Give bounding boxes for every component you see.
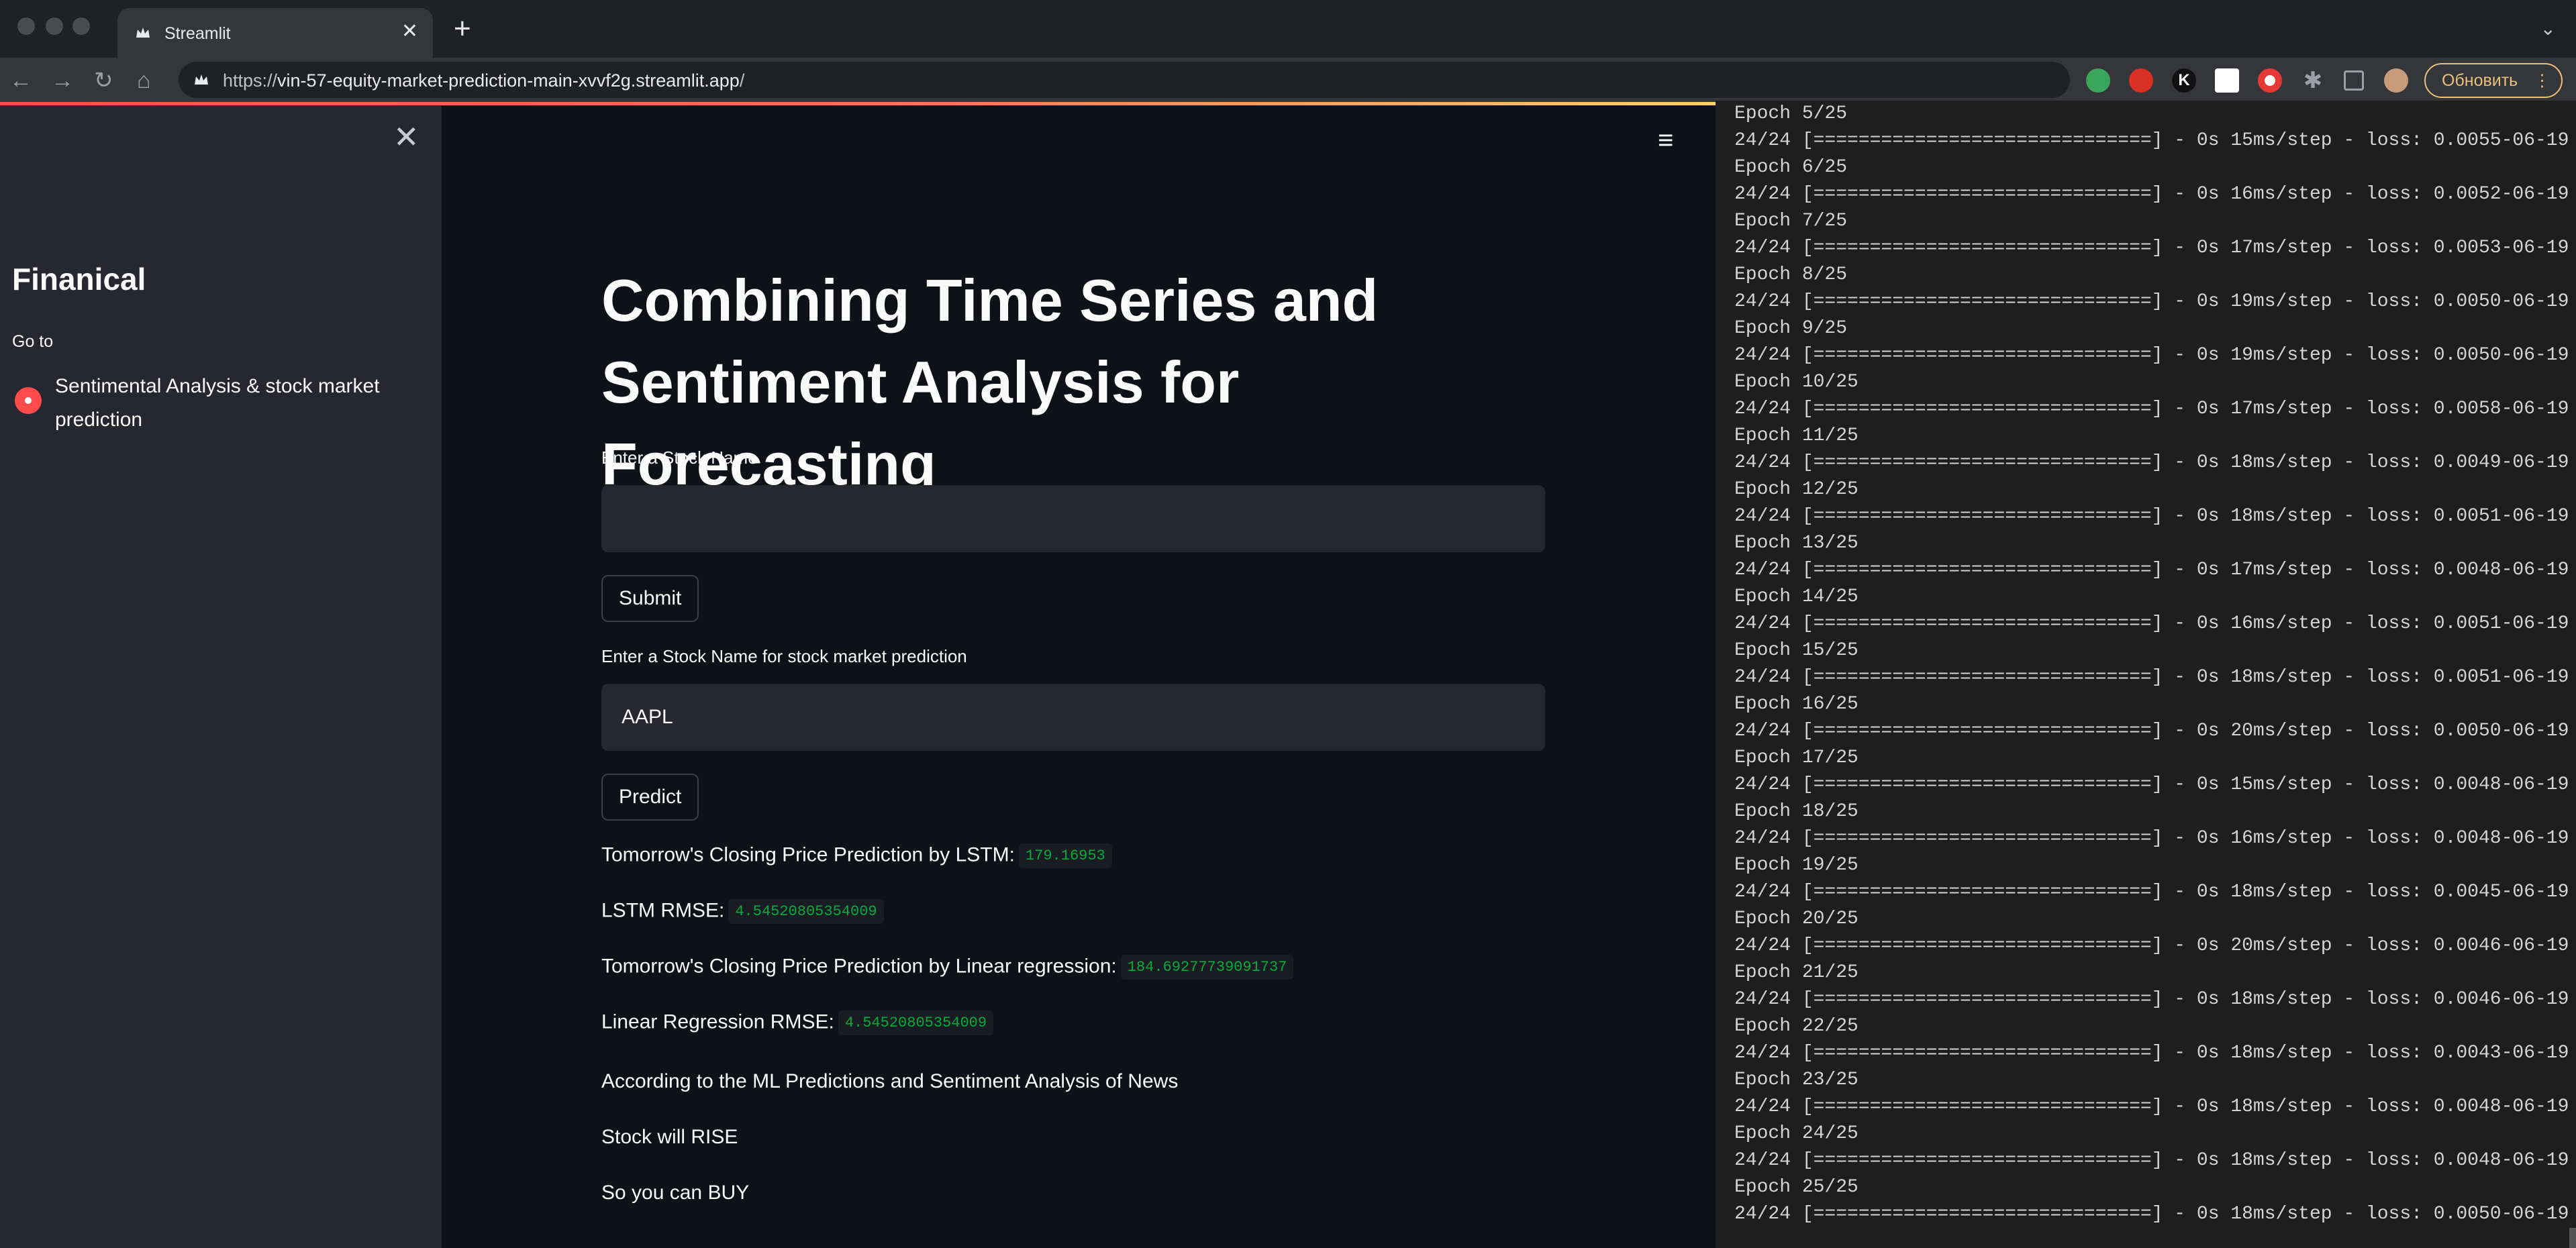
progress-line: 24/24 [==============================] -…: [1734, 613, 2569, 634]
progress-line: 24/24 [==============================] -…: [1734, 291, 2569, 312]
progress-line: 24/24 [==============================] -…: [1734, 506, 2569, 527]
lstm-prediction-line: Tomorrow's Closing Price Prediction by L…: [601, 843, 1112, 868]
sidebar-option-sentiment[interactable]: Sentimental Analysis & stock market pred…: [55, 370, 404, 437]
progress-line: 24/24 [==============================] -…: [1734, 721, 2569, 741]
lr-prediction-value: 184.69277739091737: [1120, 955, 1294, 980]
forward-arrow-icon[interactable]: →: [51, 67, 74, 94]
address-bar[interactable]: https://vin-57-equity-market-prediction-…: [179, 62, 2070, 98]
epoch-line: Epoch 10/25: [1734, 372, 1859, 393]
advice-text: So you can BUY: [601, 1182, 750, 1204]
ext-k-icon[interactable]: K: [2172, 68, 2196, 93]
progress-line: 24/24 [==============================] -…: [1734, 935, 2569, 956]
sidepanel-icon[interactable]: [2344, 70, 2364, 91]
notion-icon[interactable]: [2215, 68, 2239, 93]
chevron-down-icon[interactable]: ⌄: [2540, 17, 2556, 40]
evernote-icon[interactable]: [2086, 68, 2110, 93]
progress-line: 24/24 [==============================] -…: [1734, 130, 2569, 151]
epoch-line: Epoch 22/25: [1734, 1016, 1859, 1037]
epoch-line: Epoch 17/25: [1734, 747, 1859, 768]
streamlit-site-icon: [195, 74, 208, 85]
epoch-line: Epoch 5/25: [1734, 103, 1848, 124]
close-sidebar-icon[interactable]: ✕: [393, 120, 419, 154]
lr-rmse-value: 4.54520805354009: [838, 1010, 994, 1035]
lstm-prediction-value: 179.16953: [1018, 843, 1112, 868]
ext-record-icon[interactable]: [2258, 68, 2282, 93]
progress-line: 24/24 [==============================] -…: [1734, 184, 2569, 205]
window-zoom-dot[interactable]: [72, 17, 90, 35]
predict-stock-input[interactable]: [601, 684, 1545, 751]
tab-title: Streamlit: [164, 24, 231, 43]
progress-line: 24/24 [==============================] -…: [1734, 345, 2569, 366]
epoch-line: Epoch 21/25: [1734, 962, 1859, 983]
predict-button[interactable]: Predict: [601, 774, 699, 821]
epoch-line: Epoch 9/25: [1734, 318, 1848, 339]
reload-icon[interactable]: ↻: [94, 67, 113, 94]
submit-button[interactable]: Submit: [601, 575, 699, 622]
radio-selected-icon[interactable]: [15, 387, 42, 414]
lstm-rmse-value: 4.54520805354009: [728, 899, 884, 924]
progress-line: 24/24 [==============================] -…: [1734, 774, 2569, 795]
home-icon[interactable]: ⌂: [137, 67, 151, 94]
epoch-line: Epoch 20/25: [1734, 908, 1859, 929]
direction-text: Stock will RISE: [601, 1126, 738, 1148]
puzzle-icon[interactable]: ✱: [2301, 68, 2325, 93]
epoch-line: Epoch 24/25: [1734, 1123, 1859, 1144]
progress-line: 24/24 [==============================] -…: [1734, 1150, 2569, 1171]
progress-line: 24/24 [==============================] -…: [1734, 238, 2569, 258]
hamburger-menu-icon[interactable]: ≡: [1658, 125, 1673, 156]
new-tab-icon[interactable]: +: [454, 12, 471, 46]
progress-line: 24/24 [==============================] -…: [1734, 828, 2569, 849]
window-minimize-dot[interactable]: [46, 17, 63, 35]
epoch-line: Epoch 7/25: [1734, 211, 1848, 231]
sidebar: ✕ Finanical Go to Sentimental Analysis &…: [0, 105, 442, 1248]
progress-line: 24/24 [==============================] -…: [1734, 1043, 2569, 1063]
progress-line: 24/24 [==============================] -…: [1734, 667, 2569, 688]
epoch-line: Epoch 14/25: [1734, 586, 1859, 607]
progress-line: 24/24 [==============================] -…: [1734, 1204, 2569, 1225]
epoch-line: Epoch 6/25: [1734, 157, 1848, 178]
lr-rmse-line: Linear Regression RMSE: 4.54520805354009: [601, 1010, 994, 1035]
epoch-line: Epoch 16/25: [1734, 694, 1859, 715]
update-button[interactable]: Обновить ⋮: [2424, 63, 2563, 98]
epoch-line: Epoch 8/25: [1734, 264, 1848, 285]
epoch-line: Epoch 23/25: [1734, 1070, 1859, 1090]
terminal-output[interactable]: Epoch 5/25 24/24 [=======================…: [1716, 101, 2576, 1248]
window-close-dot[interactable]: [17, 17, 35, 35]
tab-close-icon[interactable]: ✕: [401, 20, 418, 43]
epoch-line: Epoch 13/25: [1734, 533, 1859, 554]
epoch-line: Epoch 11/25: [1734, 425, 1859, 446]
kebab-menu-icon[interactable]: ⋮: [2534, 64, 2550, 97]
lr-prediction-line: Tomorrow's Closing Price Prediction by L…: [601, 955, 1294, 980]
progress-line: 24/24 [==============================] -…: [1734, 882, 2569, 902]
browser-tab-bar: Streamlit ✕ + ⌄: [0, 0, 2576, 58]
ext-red-icon[interactable]: [2129, 68, 2153, 93]
stock-name-label: Enter a Stock Name: [601, 448, 758, 468]
progress-line: 24/24 [==============================] -…: [1734, 560, 2569, 580]
epoch-line: Epoch 15/25: [1734, 640, 1859, 661]
back-arrow-icon[interactable]: ←: [9, 67, 32, 94]
profile-avatar[interactable]: [2384, 68, 2408, 93]
epoch-line: Epoch 25/25: [1734, 1177, 1859, 1198]
epoch-line: Epoch 19/25: [1734, 855, 1859, 876]
main-content: ≡ Combining Time Series and Sentiment An…: [442, 105, 1716, 1248]
progress-line: 24/24 [==============================] -…: [1734, 989, 2569, 1010]
progress-line: 24/24 [==============================] -…: [1734, 452, 2569, 473]
progress-line: 24/24 [==============================] -…: [1734, 1096, 2569, 1117]
epoch-line: Epoch 12/25: [1734, 479, 1859, 500]
browser-tab[interactable]: Streamlit ✕: [117, 8, 433, 58]
progress-line: 24/24 [==============================] -…: [1734, 399, 2569, 419]
page-title: Combining Time Series and Sentiment Anal…: [601, 267, 1379, 497]
url-text: https://vin-57-equity-market-prediction-…: [223, 70, 745, 91]
summary-text: According to the ML Predictions and Sent…: [601, 1070, 1179, 1092]
stock-name-input[interactable]: [601, 485, 1545, 552]
sidebar-title: Finanical: [12, 262, 146, 297]
lstm-rmse-line: LSTM RMSE: 4.54520805354009: [601, 899, 884, 924]
browser-toolbar: ← → ↻ ⌂ https://vin-57-equity-market-pre…: [0, 58, 2576, 105]
terminal-scrollbar[interactable]: [2569, 1228, 2576, 1248]
epoch-line: Epoch 18/25: [1734, 801, 1859, 822]
streamlit-crown-icon: [136, 28, 150, 38]
radio-group-label: Go to: [12, 332, 54, 351]
predict-input-label: Enter a Stock Name for stock market pred…: [601, 646, 967, 666]
